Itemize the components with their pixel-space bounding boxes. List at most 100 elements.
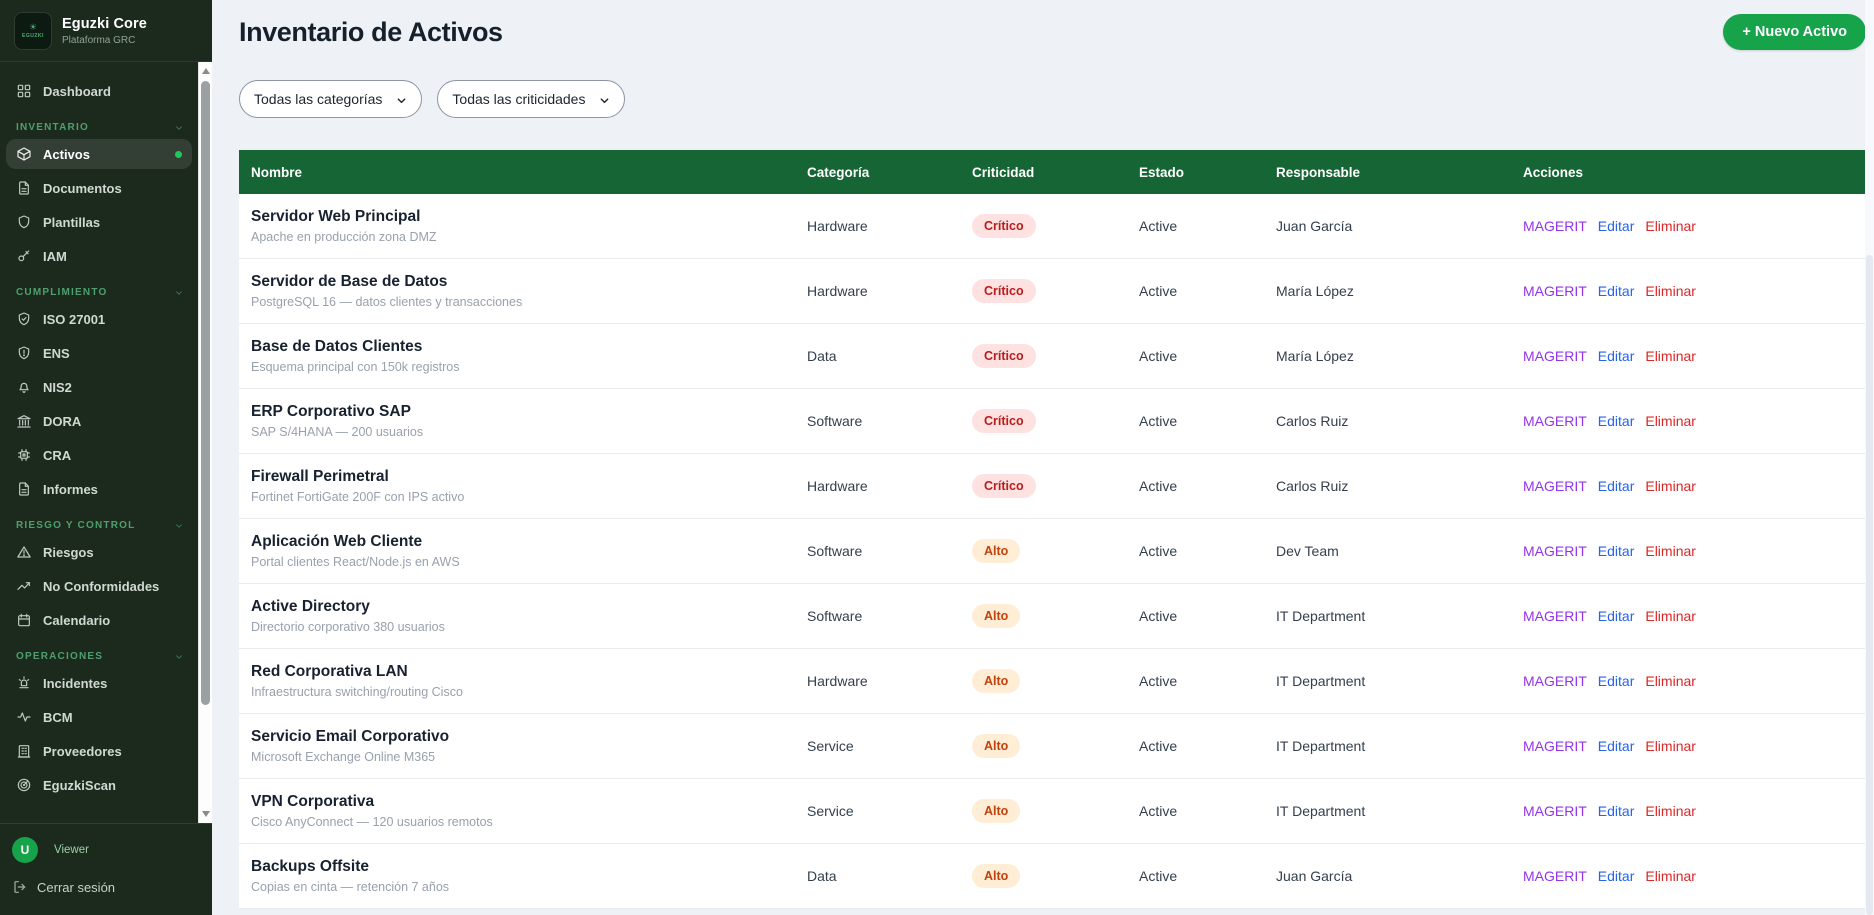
edit-link[interactable]: Editar: [1598, 283, 1635, 299]
sidebar-item-ens[interactable]: ENS: [6, 338, 192, 368]
chevron-down-icon: [174, 521, 184, 531]
edit-link[interactable]: Editar: [1598, 803, 1635, 819]
key-icon: [16, 248, 32, 264]
new-asset-button[interactable]: + Nuevo Activo: [1723, 14, 1866, 50]
edit-link[interactable]: Editar: [1598, 543, 1635, 559]
asset-name: VPN Corporativa: [251, 793, 807, 811]
sidebar-item-label: EguzkiScan: [43, 778, 116, 793]
sidebar-item-dashboard[interactable]: Dashboard: [6, 76, 192, 106]
edit-link[interactable]: Editar: [1598, 738, 1635, 754]
edit-link[interactable]: Editar: [1598, 348, 1635, 364]
criticality-badge: Alto: [972, 799, 1020, 823]
edit-link[interactable]: Editar: [1598, 673, 1635, 689]
magerit-link[interactable]: MAGERIT: [1523, 868, 1587, 884]
magerit-link[interactable]: MAGERIT: [1523, 738, 1587, 754]
magerit-link[interactable]: MAGERIT: [1523, 348, 1587, 364]
sidebar-item-bcm[interactable]: BCM: [6, 702, 192, 732]
page-scrollbar[interactable]: [1865, 0, 1874, 915]
brand: ☀ EGUZKI Eguzki Core Plataforma GRC: [0, 0, 212, 62]
sidebar-item-calendario[interactable]: Calendario: [6, 605, 192, 635]
asset-name-cell: Firewall PerimetralFortinet FortiGate 20…: [239, 468, 807, 504]
sidebar-item-proveedores[interactable]: Proveedores: [6, 736, 192, 766]
sidebar-item-documentos[interactable]: Documentos: [6, 173, 192, 203]
section-label-text: RIESGO Y CONTROL: [16, 520, 135, 531]
nav-section-label-riesgo-y-control: RIESGO Y CONTROL: [16, 520, 184, 531]
edit-link[interactable]: Editar: [1598, 218, 1635, 234]
building-icon: [16, 743, 32, 759]
asset-description: Directorio corporativo 380 usuarios: [251, 620, 807, 634]
delete-link[interactable]: Eliminar: [1645, 283, 1696, 299]
magerit-link[interactable]: MAGERIT: [1523, 608, 1587, 624]
magerit-link[interactable]: MAGERIT: [1523, 413, 1587, 429]
sidebar-item-riesgos[interactable]: Riesgos: [6, 537, 192, 567]
asset-owner: IT Department: [1276, 738, 1523, 754]
delete-link[interactable]: Eliminar: [1645, 608, 1696, 624]
delete-link[interactable]: Eliminar: [1645, 413, 1696, 429]
sidebar-item-label: DORA: [43, 414, 81, 429]
delete-link[interactable]: Eliminar: [1645, 543, 1696, 559]
edit-link[interactable]: Editar: [1598, 868, 1635, 884]
delete-link[interactable]: Eliminar: [1645, 868, 1696, 884]
sidebar-item-incidentes[interactable]: Incidentes: [6, 668, 192, 698]
criticality-badge: Crítico: [972, 474, 1036, 498]
scroll-up-arrow-icon[interactable]: [199, 63, 212, 79]
asset-owner: Dev Team: [1276, 543, 1523, 559]
asset-status: Active: [1139, 803, 1276, 819]
actions-cell: MAGERIT Editar Eliminar: [1523, 608, 1866, 624]
category-filter-select[interactable]: Todas las categorías: [239, 80, 422, 118]
sidebar-item-label: Proveedores: [43, 744, 122, 759]
delete-link[interactable]: Eliminar: [1645, 348, 1696, 364]
delete-link[interactable]: Eliminar: [1645, 673, 1696, 689]
main-content: Inventario de Activos + Nuevo Activo Tod…: [212, 0, 1874, 915]
user-row[interactable]: U Viewer: [12, 837, 198, 863]
edit-link[interactable]: Editar: [1598, 413, 1635, 429]
asset-name-cell: ERP Corporativo SAPSAP S/4HANA — 200 usu…: [239, 403, 807, 439]
section-label-text: OPERACIONES: [16, 651, 103, 662]
table-row: Servicio Email CorporativoMicrosoft Exch…: [239, 714, 1866, 779]
sidebar-item-iso-27001[interactable]: ISO 27001: [6, 304, 192, 334]
actions-cell: MAGERIT Editar Eliminar: [1523, 738, 1866, 754]
magerit-link[interactable]: MAGERIT: [1523, 283, 1587, 299]
magerit-link[interactable]: MAGERIT: [1523, 218, 1587, 234]
alert-triangle-icon: [16, 544, 32, 560]
criticality-filter-select[interactable]: Todas las criticidades: [437, 80, 625, 118]
edit-link[interactable]: Editar: [1598, 478, 1635, 494]
magerit-link[interactable]: MAGERIT: [1523, 478, 1587, 494]
scroll-down-arrow-icon[interactable]: [199, 806, 212, 822]
sidebar-item-label: Documentos: [43, 181, 122, 196]
asset-description: PostgreSQL 16 — datos clientes y transac…: [251, 295, 807, 309]
magerit-link[interactable]: MAGERIT: [1523, 543, 1587, 559]
sidebar-item-label: Incidentes: [43, 676, 107, 691]
criticality-cell: Alto: [972, 864, 1139, 888]
package-icon: [16, 146, 32, 162]
asset-category: Software: [807, 543, 972, 559]
delete-link[interactable]: Eliminar: [1645, 478, 1696, 494]
sidebar-scrollbar-thumb[interactable]: [201, 81, 210, 705]
sidebar-item-activos[interactable]: Activos: [6, 139, 192, 169]
delete-link[interactable]: Eliminar: [1645, 803, 1696, 819]
sidebar-item-cra[interactable]: CRA: [6, 440, 192, 470]
page-scrollbar-thumb[interactable]: [1866, 255, 1873, 915]
magerit-link[interactable]: MAGERIT: [1523, 803, 1587, 819]
chevron-down-icon: [396, 93, 407, 106]
magerit-link[interactable]: MAGERIT: [1523, 673, 1587, 689]
trending-up-icon: [16, 578, 32, 594]
asset-category: Hardware: [807, 283, 972, 299]
sidebar-item-informes[interactable]: Informes: [6, 474, 192, 504]
logout-button[interactable]: Cerrar sesión: [12, 879, 198, 895]
asset-name: Servicio Email Corporativo: [251, 728, 807, 746]
sidebar-item-plantillas[interactable]: Plantillas: [6, 207, 192, 237]
sidebar-item-nis2[interactable]: NIS2: [6, 372, 192, 402]
sidebar-item-no-conformidades[interactable]: No Conformidades: [6, 571, 192, 601]
asset-name-cell: Servicio Email CorporativoMicrosoft Exch…: [239, 728, 807, 764]
user-role: Viewer: [54, 844, 89, 856]
sidebar-item-dora[interactable]: DORA: [6, 406, 192, 436]
asset-category: Software: [807, 413, 972, 429]
delete-link[interactable]: Eliminar: [1645, 218, 1696, 234]
sidebar-item-iam[interactable]: IAM: [6, 241, 192, 271]
section-label-text: INVENTARIO: [16, 122, 89, 133]
edit-link[interactable]: Editar: [1598, 608, 1635, 624]
sidebar-item-eguzkiscan[interactable]: EguzkiScan: [6, 770, 192, 800]
delete-link[interactable]: Eliminar: [1645, 738, 1696, 754]
sidebar-scrollbar[interactable]: [198, 62, 212, 823]
